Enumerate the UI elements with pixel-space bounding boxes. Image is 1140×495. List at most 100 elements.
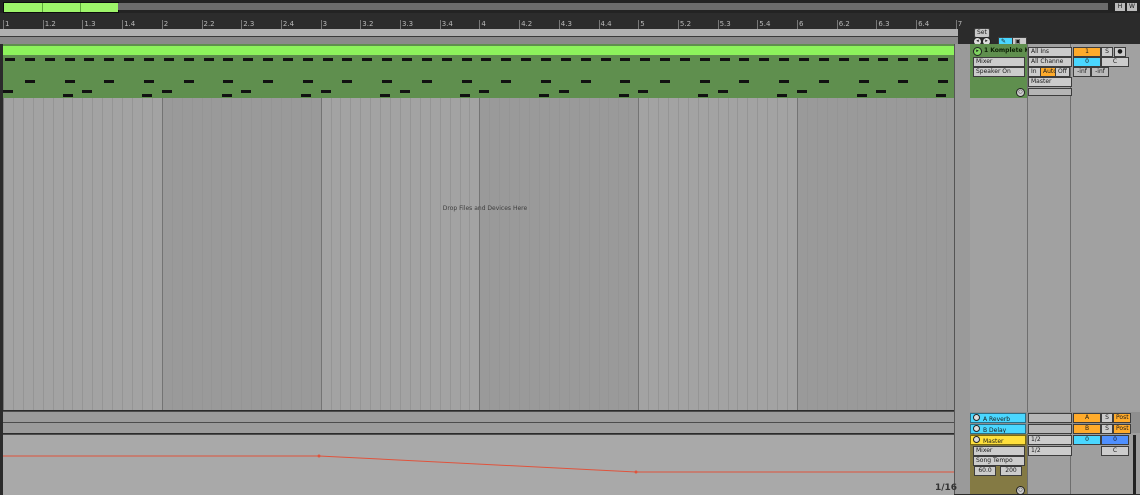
midi-note[interactable] bbox=[64, 58, 75, 61]
midi-note[interactable] bbox=[342, 58, 353, 61]
midi-note[interactable] bbox=[243, 58, 254, 61]
arrangement-view[interactable] bbox=[3, 44, 954, 410]
cue-out-select[interactable]: 1/2 bbox=[1028, 435, 1072, 445]
param-chooser[interactable]: Speaker On bbox=[973, 67, 1025, 77]
input-type-select[interactable]: All Ins bbox=[1028, 47, 1072, 57]
midi-note[interactable] bbox=[797, 90, 807, 93]
midi-note[interactable] bbox=[104, 58, 115, 61]
midi-note[interactable] bbox=[501, 58, 512, 61]
midi-note[interactable] bbox=[858, 58, 869, 61]
w-button[interactable]: W bbox=[1127, 3, 1137, 11]
return-a-io[interactable] bbox=[1028, 413, 1072, 423]
midi-note[interactable] bbox=[699, 80, 710, 83]
track-fold-icon[interactable]: ▸ bbox=[973, 47, 982, 56]
midi-note[interactable] bbox=[183, 58, 194, 61]
arm-icon[interactable]: ● bbox=[1114, 47, 1126, 57]
midi-note[interactable] bbox=[580, 80, 591, 83]
midi-note[interactable] bbox=[400, 90, 410, 93]
midi-note[interactable] bbox=[44, 58, 55, 61]
track-1-lane[interactable] bbox=[3, 44, 954, 98]
midi-note[interactable] bbox=[302, 58, 313, 61]
master-param-chooser[interactable]: Song Tempo bbox=[973, 456, 1025, 466]
midi-clip-header[interactable] bbox=[3, 46, 954, 55]
output-channel-select[interactable] bbox=[1028, 88, 1072, 96]
overview-viewport[interactable] bbox=[3, 2, 119, 13]
midi-note[interactable] bbox=[898, 58, 909, 61]
return-fold-icon[interactable] bbox=[973, 425, 980, 432]
midi-note[interactable] bbox=[540, 58, 551, 61]
midi-note[interactable] bbox=[620, 80, 631, 83]
return-a-post[interactable]: Post bbox=[1113, 413, 1131, 423]
return-b-lane[interactable] bbox=[3, 422, 954, 433]
midi-note[interactable] bbox=[937, 58, 948, 61]
midi-note[interactable] bbox=[560, 58, 571, 61]
midi-note[interactable] bbox=[481, 58, 492, 61]
track-1-header[interactable]: ▸ 1 Komplete K Mixer Speaker On ○ bbox=[970, 44, 1027, 98]
return-b-io[interactable] bbox=[1028, 424, 1072, 434]
midi-note[interactable] bbox=[679, 58, 690, 61]
midi-note[interactable] bbox=[660, 80, 671, 83]
midi-note[interactable] bbox=[142, 94, 153, 97]
midi-note[interactable] bbox=[779, 58, 790, 61]
midi-note[interactable] bbox=[838, 58, 849, 61]
tempo-automation[interactable] bbox=[3, 435, 954, 495]
output-select[interactable]: Master bbox=[1028, 77, 1072, 87]
return-b-solo[interactable]: S bbox=[1101, 424, 1113, 434]
midi-note[interactable] bbox=[898, 80, 909, 83]
return-b-post[interactable]: Post bbox=[1113, 424, 1131, 434]
volume-field[interactable]: 0 bbox=[1073, 57, 1101, 67]
midi-note[interactable] bbox=[459, 94, 470, 97]
automation-breakpoint[interactable] bbox=[317, 454, 321, 458]
midi-note[interactable] bbox=[382, 58, 393, 61]
midi-note[interactable] bbox=[104, 80, 115, 83]
midi-note[interactable] bbox=[380, 94, 391, 97]
tempo-automation-line[interactable] bbox=[3, 455, 954, 473]
midi-note[interactable] bbox=[539, 94, 550, 97]
midi-note[interactable] bbox=[24, 58, 35, 61]
midi-note[interactable] bbox=[777, 94, 788, 97]
midi-note[interactable] bbox=[143, 80, 154, 83]
midi-note[interactable] bbox=[441, 58, 452, 61]
track-activator-button[interactable]: 1 bbox=[1073, 47, 1101, 57]
midi-note[interactable] bbox=[161, 90, 172, 93]
input-channel-select[interactable]: All Channe bbox=[1028, 57, 1072, 67]
locator-strip[interactable] bbox=[0, 37, 958, 44]
return-a-header[interactable]: A Reverb bbox=[970, 413, 1026, 423]
midi-note[interactable] bbox=[203, 58, 214, 61]
midi-note[interactable] bbox=[856, 94, 867, 97]
midi-note[interactable] bbox=[818, 80, 829, 83]
midi-note[interactable] bbox=[223, 80, 234, 83]
return-a-solo[interactable]: S bbox=[1101, 413, 1113, 423]
midi-note[interactable] bbox=[521, 58, 532, 61]
master-device-chooser[interactable]: Mixer bbox=[973, 446, 1025, 456]
midi-note[interactable] bbox=[660, 58, 671, 61]
midi-note[interactable] bbox=[479, 90, 490, 93]
midi-note[interactable] bbox=[124, 58, 135, 61]
tempo-min-field[interactable]: 60.0 bbox=[974, 466, 996, 476]
midi-note[interactable] bbox=[719, 58, 730, 61]
midi-note[interactable] bbox=[799, 58, 809, 61]
midi-note[interactable] bbox=[223, 58, 234, 61]
midi-note[interactable] bbox=[282, 58, 293, 61]
midi-note[interactable] bbox=[402, 58, 412, 61]
return-b-header[interactable]: B Delay bbox=[970, 424, 1026, 434]
pan-field[interactable]: C bbox=[1101, 57, 1129, 67]
midi-note[interactable] bbox=[461, 58, 472, 61]
midi-note[interactable] bbox=[699, 58, 710, 61]
beat-time-ruler[interactable]: 1 1.2 1.3 1.4 2 2.2 2.3 2.4 3 3.2 3.3 3.4 4 4.2 4.3 4.4… bbox=[0, 13, 970, 30]
midi-note[interactable] bbox=[5, 58, 15, 61]
midi-note[interactable] bbox=[362, 58, 373, 61]
return-a-lane[interactable] bbox=[3, 411, 954, 422]
midi-note[interactable] bbox=[638, 90, 649, 93]
midi-note[interactable] bbox=[600, 58, 611, 61]
midi-note[interactable] bbox=[697, 94, 708, 97]
master-volume-field[interactable]: 0 bbox=[1073, 435, 1101, 445]
midi-note[interactable] bbox=[24, 80, 35, 83]
midi-note[interactable] bbox=[618, 94, 629, 97]
midi-note[interactable] bbox=[818, 58, 829, 61]
master-fold-icon[interactable] bbox=[973, 436, 980, 443]
midi-note[interactable] bbox=[82, 90, 93, 93]
midi-note[interactable] bbox=[221, 94, 232, 97]
midi-note[interactable] bbox=[320, 90, 331, 93]
overview-track[interactable] bbox=[118, 3, 1108, 10]
